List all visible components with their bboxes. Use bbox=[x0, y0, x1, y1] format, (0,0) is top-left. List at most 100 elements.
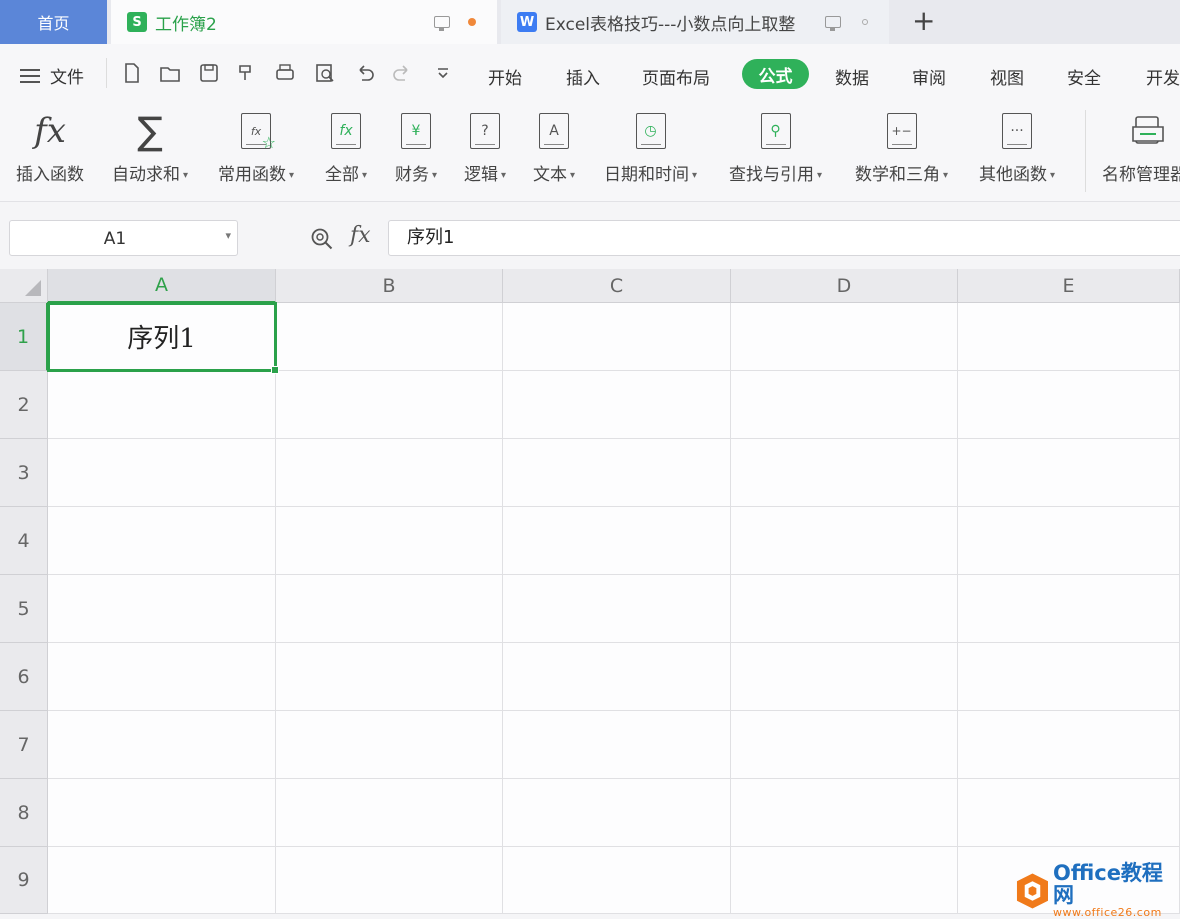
chevron-down-icon[interactable]: ▾ bbox=[225, 229, 231, 242]
cell-b5[interactable] bbox=[276, 575, 503, 643]
name-manager-button[interactable]: 名称管理器 bbox=[1102, 108, 1180, 185]
name-box[interactable]: A1 ▾ bbox=[9, 220, 238, 256]
cell-b4[interactable] bbox=[276, 507, 503, 575]
row-header-1[interactable]: 1 bbox=[0, 303, 48, 371]
monitor-icon[interactable] bbox=[825, 16, 841, 31]
cell-b7[interactable] bbox=[276, 711, 503, 779]
close-tab-icon[interactable] bbox=[862, 19, 868, 25]
cell-e5[interactable] bbox=[958, 575, 1180, 643]
cell-c5[interactable] bbox=[503, 575, 731, 643]
formula-input[interactable]: 序列1 bbox=[388, 220, 1180, 256]
tab-workbook[interactable]: S 工作簿2 bbox=[111, 0, 497, 44]
row-header-3[interactable]: 3 bbox=[0, 439, 48, 507]
finance-button[interactable]: ¥ 财务 ▾ bbox=[395, 108, 437, 185]
cell-d7[interactable] bbox=[731, 711, 958, 779]
cell-a9[interactable] bbox=[48, 847, 276, 914]
cell-c6[interactable] bbox=[503, 643, 731, 711]
cell-d6[interactable] bbox=[731, 643, 958, 711]
menu-developer[interactable]: 开发 bbox=[1146, 64, 1180, 89]
cell-d4[interactable] bbox=[731, 507, 958, 575]
fx-icon[interactable]: fx bbox=[350, 223, 371, 248]
autosum-button[interactable]: ∑ 自动求和 ▾ bbox=[112, 108, 188, 185]
column-header-d[interactable]: D bbox=[731, 269, 958, 303]
fill-handle[interactable] bbox=[271, 366, 279, 374]
cell-e2[interactable] bbox=[958, 371, 1180, 439]
common-functions-button[interactable]: fx ☆ 常用函数 ▾ bbox=[218, 108, 294, 185]
cell-a6[interactable] bbox=[48, 643, 276, 711]
open-folder-icon[interactable] bbox=[159, 62, 181, 84]
row-header-7[interactable]: 7 bbox=[0, 711, 48, 779]
print-preview-icon[interactable] bbox=[314, 62, 336, 84]
undo-icon[interactable] bbox=[354, 62, 376, 84]
cell-d9[interactable] bbox=[731, 847, 958, 914]
menu-start[interactable]: 开始 bbox=[488, 64, 522, 89]
cell-b3[interactable] bbox=[276, 439, 503, 507]
cell-b8[interactable] bbox=[276, 779, 503, 847]
row-header-9[interactable]: 9 bbox=[0, 847, 48, 914]
file-menu-button[interactable]: 文件 bbox=[20, 63, 84, 88]
cell-c9[interactable] bbox=[503, 847, 731, 914]
cell-a1[interactable]: 序列1 bbox=[48, 303, 276, 371]
cell-e7[interactable] bbox=[958, 711, 1180, 779]
cell-b1[interactable] bbox=[276, 303, 503, 371]
cell-e3[interactable] bbox=[958, 439, 1180, 507]
cell-a2[interactable] bbox=[48, 371, 276, 439]
select-all-corner[interactable] bbox=[0, 269, 48, 303]
date-time-button[interactable]: ◷ 日期和时间 ▾ bbox=[604, 108, 697, 185]
print-icon[interactable] bbox=[274, 62, 296, 84]
all-functions-button[interactable]: fx 全部 ▾ bbox=[325, 108, 367, 185]
menu-page-layout[interactable]: 页面布局 bbox=[642, 64, 710, 89]
unsaved-dot-icon[interactable] bbox=[468, 18, 476, 26]
cell-e1[interactable] bbox=[958, 303, 1180, 371]
new-tab-button[interactable]: + bbox=[912, 6, 935, 36]
menu-view[interactable]: 视图 bbox=[990, 64, 1024, 89]
cell-c7[interactable] bbox=[503, 711, 731, 779]
format-painter-icon[interactable] bbox=[236, 62, 258, 84]
cell-d1[interactable] bbox=[731, 303, 958, 371]
cell-b6[interactable] bbox=[276, 643, 503, 711]
cell-a3[interactable] bbox=[48, 439, 276, 507]
logic-button[interactable]: ? 逻辑 ▾ bbox=[464, 108, 506, 185]
math-trig-button[interactable]: +− 数学和三角 ▾ bbox=[855, 108, 948, 185]
insert-function-button[interactable]: fx 插入函数 bbox=[16, 108, 84, 185]
cell-b9[interactable] bbox=[276, 847, 503, 914]
customize-toolbar-icon[interactable] bbox=[432, 62, 454, 84]
row-header-2[interactable]: 2 bbox=[0, 371, 48, 439]
row-header-4[interactable]: 4 bbox=[0, 507, 48, 575]
column-header-b[interactable]: B bbox=[276, 269, 503, 303]
cell-c2[interactable] bbox=[503, 371, 731, 439]
column-header-a[interactable]: A bbox=[48, 269, 276, 303]
row-header-5[interactable]: 5 bbox=[0, 575, 48, 643]
menu-review[interactable]: 审阅 bbox=[912, 64, 946, 89]
cell-a5[interactable] bbox=[48, 575, 276, 643]
menu-security[interactable]: 安全 bbox=[1067, 64, 1101, 89]
cell-c1[interactable] bbox=[503, 303, 731, 371]
cell-e4[interactable] bbox=[958, 507, 1180, 575]
cell-d3[interactable] bbox=[731, 439, 958, 507]
cell-d5[interactable] bbox=[731, 575, 958, 643]
lookup-reference-button[interactable]: ⚲ 查找与引用 ▾ bbox=[729, 108, 822, 185]
redo-icon[interactable] bbox=[391, 62, 413, 84]
cell-c8[interactable] bbox=[503, 779, 731, 847]
cell-a8[interactable] bbox=[48, 779, 276, 847]
cell-e8[interactable] bbox=[958, 779, 1180, 847]
menu-formulas[interactable]: 公式 bbox=[742, 59, 809, 89]
menu-insert[interactable]: 插入 bbox=[566, 64, 600, 89]
cell-d8[interactable] bbox=[731, 779, 958, 847]
more-functions-button[interactable]: ··· 其他函数 ▾ bbox=[979, 108, 1055, 185]
cell-a4[interactable] bbox=[48, 507, 276, 575]
tab-document[interactable]: W Excel表格技巧---小数点向上取整 bbox=[501, 0, 889, 44]
zoom-formula-icon[interactable] bbox=[310, 227, 334, 251]
cell-c3[interactable] bbox=[503, 439, 731, 507]
cell-d2[interactable] bbox=[731, 371, 958, 439]
cell-a7[interactable] bbox=[48, 711, 276, 779]
cell-e6[interactable] bbox=[958, 643, 1180, 711]
tab-home[interactable]: 首页 bbox=[0, 0, 107, 44]
text-functions-button[interactable]: A 文本 ▾ bbox=[533, 108, 575, 185]
new-file-icon[interactable] bbox=[121, 62, 143, 84]
row-header-6[interactable]: 6 bbox=[0, 643, 48, 711]
column-header-e[interactable]: E bbox=[958, 269, 1180, 303]
menu-data[interactable]: 数据 bbox=[835, 64, 869, 89]
monitor-icon[interactable] bbox=[434, 16, 450, 31]
column-header-c[interactable]: C bbox=[503, 269, 731, 303]
